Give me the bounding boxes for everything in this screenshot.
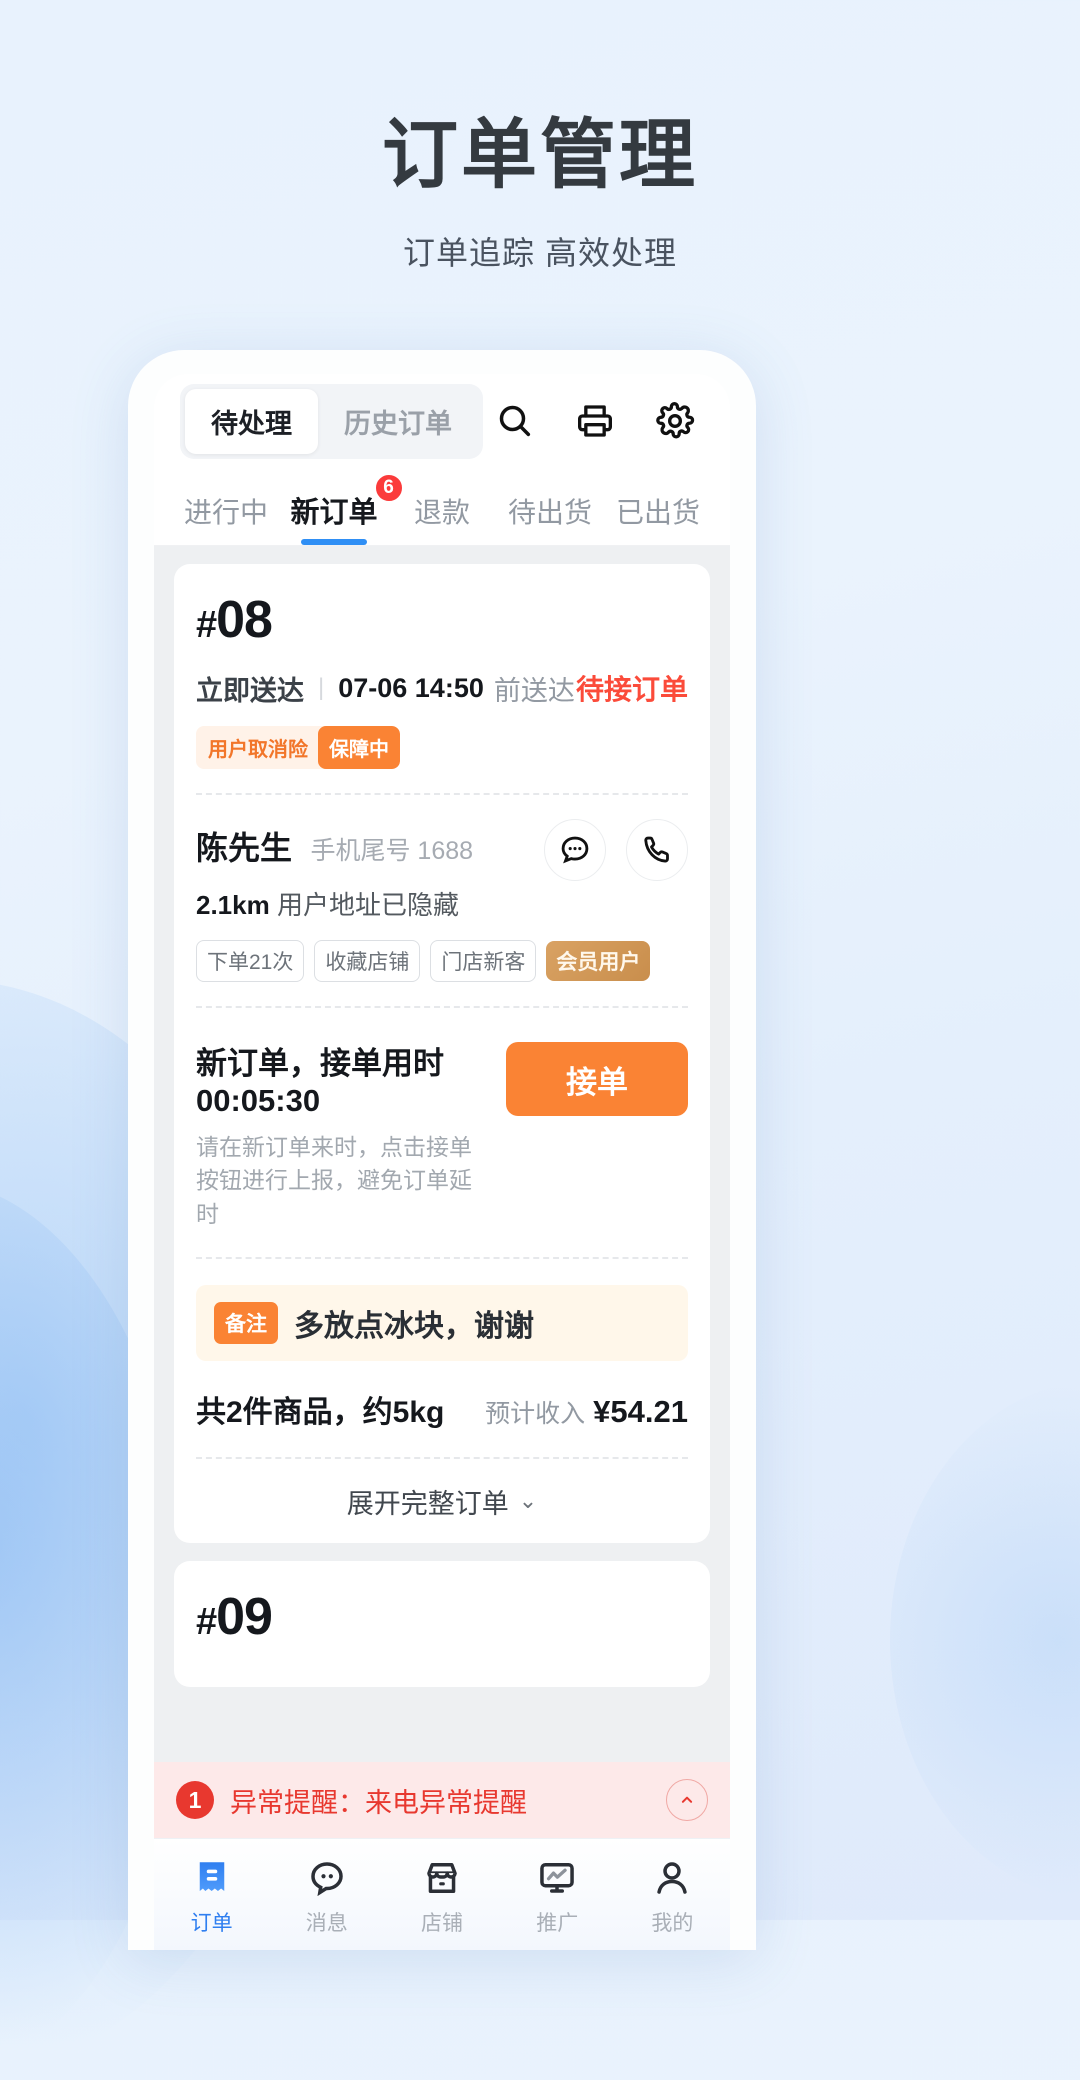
search-icon[interactable]	[494, 400, 536, 442]
tab-shipped[interactable]: 已出货	[604, 491, 712, 545]
delivery-type: 立即送达	[196, 675, 304, 706]
page-subtitle: 订单追踪 高效处理	[403, 235, 677, 271]
expand-order-button[interactable]: 展开完整订单 ⌄	[196, 1459, 688, 1543]
nav-label: 推广	[536, 1911, 579, 1935]
message-icon[interactable]	[544, 819, 606, 881]
accept-description: 请在新订单来时，点击接单按钮进行上报，避免订单延时	[196, 1134, 472, 1227]
customer-tags: 下单21次 收藏店铺 门店新客 会员用户	[196, 940, 688, 982]
alert-count: 1	[176, 1781, 214, 1819]
customer-name: 陈先生	[196, 830, 293, 866]
nav-item-promotion[interactable]: 推广	[500, 1853, 615, 1937]
chat-icon	[306, 1853, 348, 1899]
order-scope-segmented-control[interactable]: 待处理 历史订单	[180, 383, 483, 459]
insurance-badge: 用户取消险 保障中	[196, 726, 400, 769]
order-number-hash: #	[196, 1601, 217, 1644]
background-decoration-3	[890, 1380, 1080, 1900]
tab-label: 进行中	[183, 497, 268, 528]
phone-icon[interactable]	[626, 819, 688, 881]
app-topbar: 待处理 历史订单	[154, 374, 730, 468]
delivery-time: 07-06 14:50	[338, 672, 484, 703]
customer-distance: 2.1km	[196, 890, 270, 920]
exception-alert-banner[interactable]: 1 异常提醒：来电异常提醒	[154, 1762, 730, 1838]
customer-address-row: 2.1km 用户地址已隐藏	[196, 885, 688, 922]
insurance-label: 用户取消险	[208, 739, 308, 761]
tab-label: 待出货	[507, 497, 592, 528]
monitor-chart-icon	[536, 1853, 578, 1899]
nav-item-messages[interactable]: 消息	[269, 1853, 384, 1937]
nav-item-orders[interactable]: 订单	[154, 1853, 269, 1937]
alert-text: 异常提醒：来电异常提醒	[230, 1787, 527, 1818]
tab-new-orders[interactable]: 新订单 6	[280, 473, 404, 545]
accept-order-section: 新订单，接单用时 00:05:30 请在新订单来时，点击接单按钮进行上报，避免订…	[196, 1008, 688, 1257]
remark-chip: 备注	[214, 1302, 278, 1345]
meta-separator: |	[318, 674, 325, 701]
tab-label: 退款	[413, 497, 470, 528]
order-number: #09	[196, 1561, 688, 1647]
delivery-time-suffix: 前送达	[493, 675, 575, 706]
expand-label: 展开完整订单	[346, 1488, 509, 1519]
order-meta-row: 立即送达 | 07-06 14:50 前送达 待接订单	[196, 668, 688, 708]
customer-phone-tail: 手机尾号 1688	[310, 837, 474, 865]
nav-item-profile[interactable]: 我的	[615, 1853, 730, 1937]
customer-section: 陈先生 手机尾号 1688 2.1km 用户地址已隐藏 下单21次 收藏店铺 门…	[196, 795, 688, 1006]
chevron-down-icon: ⌄	[518, 1488, 538, 1514]
printer-icon[interactable]	[574, 400, 616, 442]
customer-tag-member: 会员用户	[546, 941, 651, 981]
tab-to-ship[interactable]: 待出货	[496, 491, 604, 545]
order-card[interactable]: #08 立即送达 | 07-06 14:50 前送达 待接订单 用户取消险 保障…	[174, 564, 710, 1544]
nav-label: 消息	[305, 1911, 348, 1935]
order-list[interactable]: #08 立即送达 | 07-06 14:50 前送达 待接订单 用户取消险 保障…	[154, 546, 730, 1838]
customer-tag: 收藏店铺	[314, 940, 421, 982]
topbar-icons	[494, 400, 704, 442]
order-number-value: 09	[216, 1588, 273, 1647]
income-label: 预计收入	[485, 1400, 586, 1429]
nav-item-store[interactable]: 店铺	[384, 1853, 499, 1937]
segment-pending[interactable]: 待处理	[185, 388, 318, 454]
order-status-tabs[interactable]: 进行中 新订单 6 退款 待出货 已出货	[154, 468, 730, 546]
status-badge: 待接订单	[575, 674, 688, 705]
page-headline: 订单管理 订单追踪 高效处理	[0, 118, 1080, 274]
order-number-value: 08	[216, 591, 273, 649]
page-title: 订单管理	[382, 113, 698, 198]
gear-icon[interactable]	[654, 400, 696, 442]
order-number-hash: #	[196, 604, 217, 646]
bottom-navigation[interactable]: 订单 消息 店铺 推广 我的	[154, 1838, 730, 1950]
nav-label: 我的	[651, 1911, 694, 1935]
phone-mockup: 待处理 历史订单 进行中 新订单 6 退款 待出货 已出货 #08 立即送达 |…	[128, 350, 756, 1950]
divider	[196, 1257, 688, 1260]
nav-label: 店铺	[421, 1911, 463, 1935]
customer-address: 用户地址已隐藏	[276, 890, 459, 920]
customer-tag: 门店新客	[430, 940, 537, 982]
tab-in-progress[interactable]: 进行中	[172, 491, 280, 545]
accept-order-button[interactable]: 接单	[506, 1042, 688, 1116]
order-number: #08	[196, 564, 688, 650]
phone-screen: 待处理 历史订单 进行中 新订单 6 退款 待出货 已出货 #08 立即送达 |…	[154, 374, 730, 1950]
chevron-up-circle-icon[interactable]	[666, 1779, 708, 1821]
order-items-summary: 共2件商品，约5kg	[196, 1396, 445, 1430]
nav-label: 订单	[190, 1911, 233, 1935]
order-income: 预计收入 ¥54.21	[485, 1394, 688, 1430]
insurance-state: 保障中	[318, 726, 400, 769]
remark-text: 多放点冰块，谢谢	[294, 1310, 534, 1344]
customer-actions	[544, 819, 688, 881]
tab-label: 新订单 6	[290, 473, 404, 531]
accept-order-text: 新订单，接单用时 00:05:30 请在新订单来时，点击接单按钮进行上报，避免订…	[196, 1038, 506, 1231]
accept-countdown-title: 新订单，接单用时 00:05:30	[196, 1046, 444, 1118]
tab-label: 已出货	[615, 497, 700, 528]
segment-history[interactable]: 历史订单	[318, 389, 478, 454]
receipt-icon	[191, 1853, 233, 1899]
order-remark: 备注 多放点冰块，谢谢	[196, 1285, 688, 1362]
store-icon	[421, 1853, 463, 1899]
tab-refund[interactable]: 退款	[388, 491, 496, 545]
customer-tag: 下单21次	[196, 940, 305, 982]
tab-underline	[301, 539, 367, 545]
order-totals: 共2件商品，约5kg 预计收入 ¥54.21	[196, 1361, 688, 1457]
person-icon	[651, 1853, 693, 1899]
income-value: ¥54.21	[593, 1394, 688, 1430]
order-card-next[interactable]: #09	[174, 1561, 710, 1688]
